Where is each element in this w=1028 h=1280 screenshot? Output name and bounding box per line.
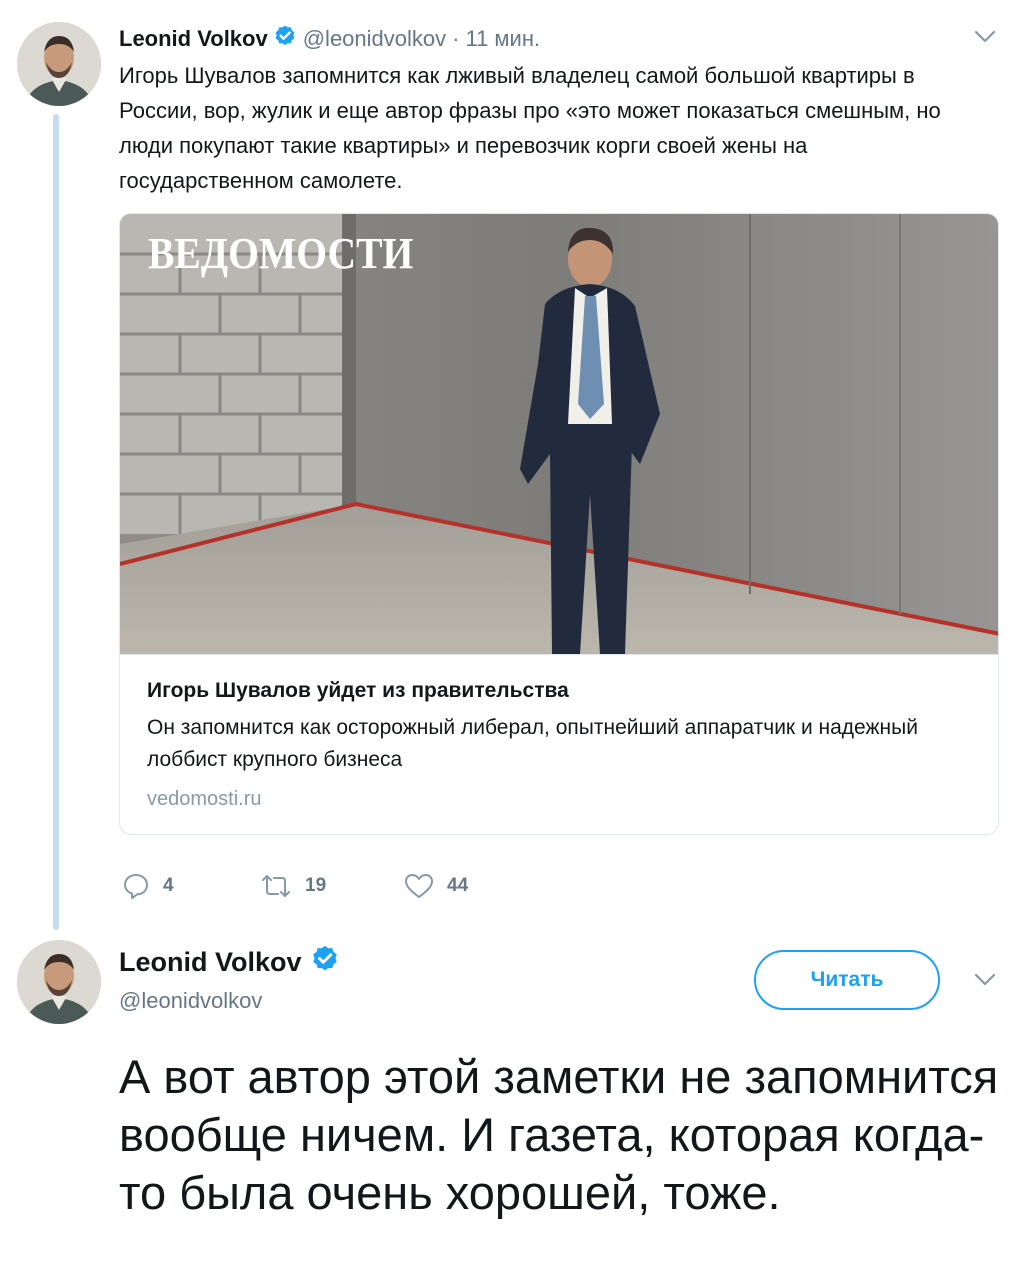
- chevron-down-icon[interactable]: [973, 972, 997, 988]
- reply-count: 4: [163, 875, 174, 896]
- author-name[interactable]: Leonid Volkov: [119, 26, 268, 52]
- avatar[interactable]: [17, 22, 101, 106]
- link-card[interactable]: ВЕДОМОСТИ Игорь Шувалов уйдет из правите…: [119, 213, 999, 835]
- retweet-button[interactable]: 19: [259, 870, 326, 902]
- author-handle[interactable]: @leonidvolkov: [119, 988, 262, 1014]
- card-body: Игорь Шувалов уйдет из правительства Он …: [120, 654, 998, 834]
- tweet-header: Leonid Volkov @leonidvolkov · 11 мин.: [119, 24, 540, 54]
- publisher-logo: ВЕДОМОСТИ: [148, 229, 414, 278]
- author-handle[interactable]: @leonidvolkov: [303, 26, 446, 52]
- tweet-text: А вот автор этой заметки не запомнится в…: [119, 1050, 999, 1219]
- reply-icon: [124, 874, 148, 899]
- like-button[interactable]: 44: [403, 870, 468, 902]
- verified-badge-icon: [310, 944, 340, 981]
- card-image: ВЕДОМОСТИ: [120, 214, 998, 654]
- card-description: Он запомнится как осторожный либерал, оп…: [147, 716, 918, 771]
- like-count: 44: [447, 875, 469, 896]
- avatar-image: [17, 22, 101, 106]
- retweet-count: 19: [305, 875, 327, 896]
- separator-dot: ·: [452, 26, 460, 51]
- author-name-row: Leonid Volkov: [119, 944, 340, 980]
- follow-button[interactable]: Читать: [754, 950, 940, 1010]
- tweet-actions: 4 19 44: [121, 870, 521, 902]
- timestamp[interactable]: 11 мин.: [465, 26, 540, 52]
- tweet-text: Игорь Шувалов запомнится как лживый влад…: [119, 63, 941, 193]
- card-domain: vedomosti.ru: [147, 788, 262, 810]
- chevron-down-icon[interactable]: [973, 29, 997, 45]
- heart-icon: [405, 874, 433, 898]
- author-name[interactable]: Leonid Volkov: [119, 947, 302, 978]
- avatar-image: [17, 940, 101, 1024]
- thread-connector: [53, 114, 59, 930]
- card-title: Игорь Шувалов уйдет из правительства: [147, 679, 569, 702]
- verified-badge-icon: [273, 24, 297, 54]
- reply-button[interactable]: 4: [121, 870, 174, 902]
- avatar[interactable]: [17, 940, 101, 1024]
- retweet-icon: [262, 875, 290, 897]
